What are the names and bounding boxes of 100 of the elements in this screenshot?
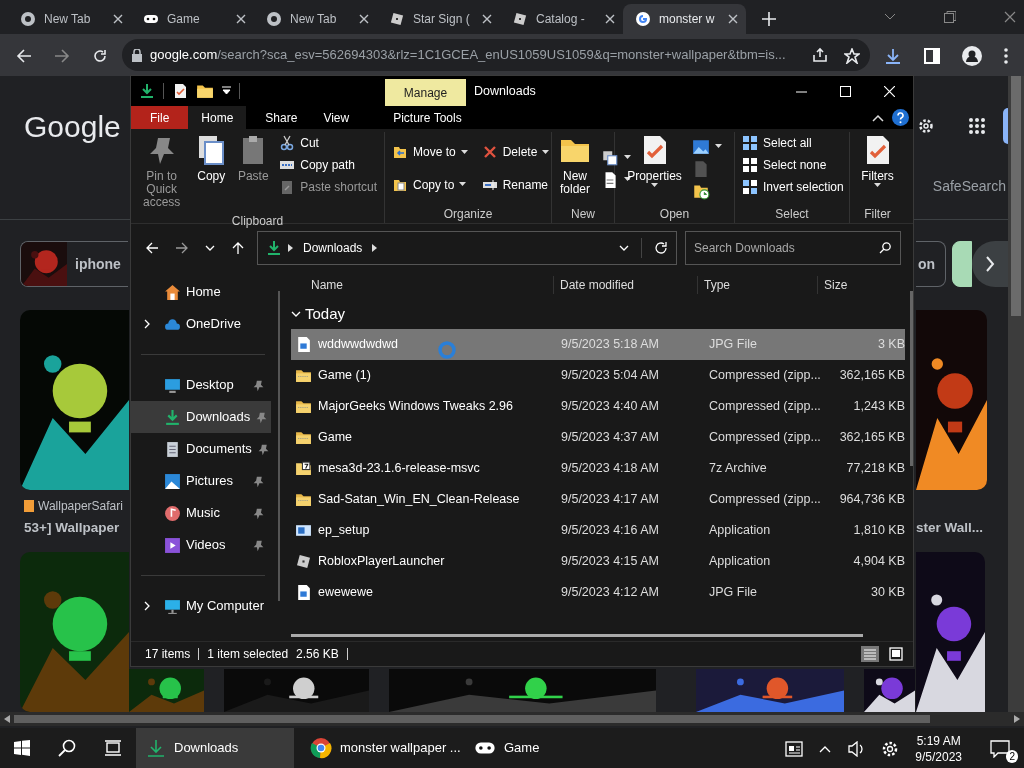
nav-item[interactable]: OneDrive <box>131 308 271 340</box>
nav-item[interactable]: Music <box>131 497 271 529</box>
apps-icon[interactable] <box>968 117 986 135</box>
settings-icon[interactable] <box>918 118 934 134</box>
ribbon-button[interactable]: Copy to <box>389 173 471 196</box>
recent-locations-icon[interactable] <box>205 245 215 252</box>
nav-item[interactable]: Videos <box>131 529 271 561</box>
large-icons-button[interactable] <box>887 646 905 662</box>
settings-icon[interactable] <box>881 740 900 758</box>
ribbon-button[interactable]: Copy <box>192 132 231 212</box>
column-header[interactable]: Name <box>291 276 553 294</box>
profile-icon[interactable] <box>962 45 982 66</box>
ribbon-button[interactable]: Move to <box>389 141 471 164</box>
manage-tab[interactable]: Manage <box>385 79 466 106</box>
address-bar[interactable]: google.com/search?sca_esv=562694303&rlz=1C1GCEA_enUS1059US1059&q=monster+wallpaper&tbm=is... <box>122 39 870 71</box>
news-icon[interactable] <box>785 741 804 757</box>
ribbon-button[interactable]: Cut <box>276 132 380 154</box>
checked-document-icon[interactable] <box>172 83 188 99</box>
ribbon-button[interactable]: Properties <box>624 132 685 205</box>
forward-icon[interactable] <box>54 47 70 64</box>
taskbar-app-button[interactable]: Downloads <box>136 728 294 768</box>
browser-tab[interactable]: Game <box>131 4 254 34</box>
dropdown-icon[interactable] <box>619 244 629 251</box>
scroll-right-icon[interactable] <box>1014 715 1020 723</box>
close-icon[interactable] <box>113 14 123 24</box>
column-header[interactable]: Type <box>697 276 817 294</box>
collapse-ribbon-icon[interactable] <box>872 113 884 122</box>
ribbon-button[interactable]: Copy path <box>276 154 380 176</box>
folder-icon[interactable] <box>196 82 214 100</box>
start-icon[interactable] <box>14 740 30 756</box>
forward-icon[interactable] <box>175 241 189 256</box>
file-row[interactable]: ep_setup 9/5/2023 4:16 AM Application 1,810 KB <box>291 515 905 546</box>
restore-icon[interactable] <box>944 11 956 23</box>
file-row[interactable]: RobloxPlayerLauncher 9/5/2023 4:15 AM Application 4,904 KB <box>291 546 905 577</box>
close-icon[interactable] <box>482 14 492 24</box>
ribbon-button[interactable]: Rename <box>478 173 553 196</box>
notification-button[interactable]: 2 <box>990 738 1016 760</box>
close-icon[interactable] <box>605 14 615 24</box>
ribbon-tab[interactable]: File <box>131 106 189 129</box>
search-icon[interactable] <box>58 739 76 757</box>
expand-icon[interactable] <box>144 319 150 329</box>
ribbon-button[interactable]: Select all <box>739 132 847 154</box>
clock[interactable]: 5:19 AM 9/5/2023 <box>915 732 962 766</box>
browser-tab[interactable]: Star Sign ( <box>377 4 500 34</box>
file-row[interactable]: wddwwdwdwd 9/5/2023 5:18 AM JPG File 3 KB <box>291 329 905 360</box>
ribbon-button[interactable]: Delete <box>478 141 553 164</box>
ribbon-button[interactable]: New folder <box>556 132 594 205</box>
chevron-down-icon[interactable] <box>884 13 896 21</box>
taskbar-app-button[interactable]: Game <box>464 728 622 768</box>
nav-item[interactable]: My Computer <box>131 590 271 622</box>
column-header[interactable]: Size <box>817 276 889 294</box>
search-chip[interactable]: on <box>916 241 946 287</box>
share-icon[interactable] <box>812 47 828 63</box>
close-icon[interactable] <box>359 14 369 24</box>
file-row[interactable]: Game (1) 9/5/2023 5:04 AM Compressed (zipp... 362,165 KB <box>291 360 905 391</box>
side-panel-icon[interactable] <box>924 47 940 64</box>
file-row[interactable]: Sad-Satan_Win_EN_Clean-Release 9/5/2023 4:17 AM Compressed (zipp... 964,736 KB <box>291 484 905 515</box>
star-icon[interactable] <box>844 47 860 64</box>
search-field[interactable]: Search Downloads <box>685 230 901 265</box>
ribbon-tab[interactable]: View <box>310 106 363 129</box>
maximize-icon[interactable] <box>840 85 851 97</box>
nav-item[interactable]: Home <box>131 276 271 308</box>
ribbon-button[interactable]: Select none <box>739 154 847 176</box>
taskbar-app-button[interactable]: monster wallpaper ... <box>300 728 458 768</box>
back-icon[interactable] <box>145 241 159 256</box>
refresh-icon[interactable] <box>654 240 668 255</box>
back-icon[interactable] <box>16 47 32 64</box>
ribbon-button[interactable]: Filters <box>858 132 897 205</box>
search-chip[interactable] <box>952 241 972 287</box>
google-logo[interactable]: Google <box>24 103 121 149</box>
ribbon-button[interactable]: Invert selection <box>739 176 847 198</box>
browser-tab[interactable]: Catalog - <box>500 4 623 34</box>
ribbon-tab[interactable]: Home <box>188 106 247 129</box>
download-icon[interactable] <box>884 46 902 65</box>
nav-item[interactable]: Documents <box>131 433 271 465</box>
nav-item[interactable]: Desktop <box>131 369 271 401</box>
scroll-left-icon[interactable] <box>4 715 10 723</box>
result-title[interactable]: ster Wall... <box>916 520 984 535</box>
close-icon[interactable] <box>728 14 738 24</box>
scrollbar-thumb[interactable] <box>14 715 931 723</box>
browser-tab[interactable]: New Tab <box>254 4 377 34</box>
new-tab-icon[interactable] <box>762 12 776 26</box>
ribbon-tab[interactable]: Share <box>252 106 311 129</box>
menu-icon[interactable] <box>1004 47 1008 64</box>
ribbon-tab[interactable]: Picture Tools <box>380 106 475 129</box>
next-button[interactable] <box>972 241 1008 287</box>
file-row[interactable]: MajorGeeks Windows Tweaks 2.96 9/5/2023 4:40 AM Compressed (zipp... 1,243 KB <box>291 391 905 422</box>
result-title[interactable]: 53+] Wallpaper <box>24 518 120 539</box>
browser-tab[interactable]: New Tab <box>8 4 131 34</box>
file-row[interactable]: Game 9/5/2023 4:37 AM Compressed (zipp... 362,165 KB <box>291 422 905 453</box>
show-hidden-icon[interactable] <box>819 745 832 753</box>
customize-icon[interactable] <box>222 86 231 96</box>
column-header[interactable]: Date modified <box>553 276 697 294</box>
download-icon[interactable] <box>139 83 155 99</box>
group-header[interactable]: Today <box>291 299 913 329</box>
search-chip[interactable]: iphone <box>20 241 128 287</box>
close-icon[interactable] <box>236 14 246 24</box>
help-icon[interactable] <box>892 109 909 126</box>
up-icon[interactable] <box>231 241 245 256</box>
volume-icon[interactable] <box>847 741 866 757</box>
